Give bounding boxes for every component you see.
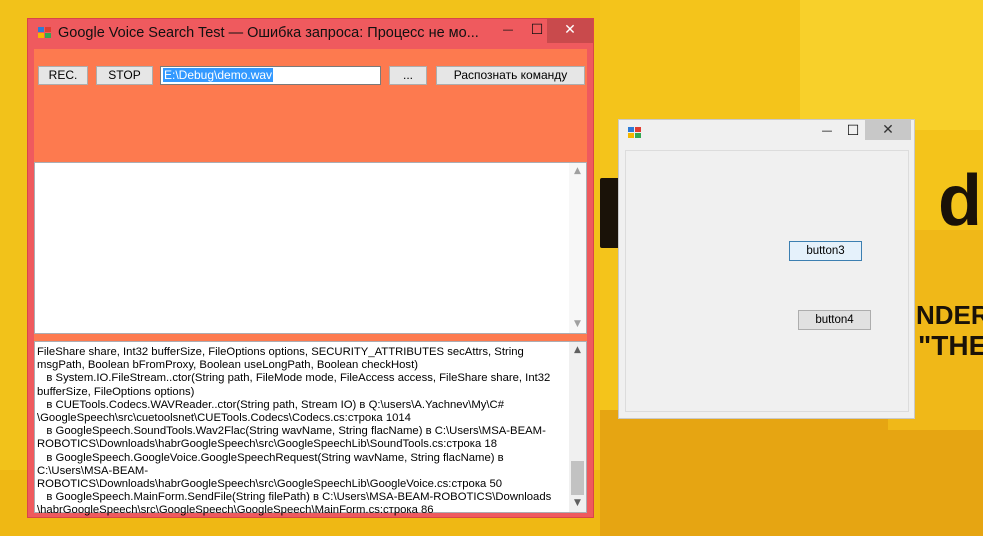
log-textbox[interactable]: FileShare share, Int32 bufferSize, FileO… (34, 341, 587, 516)
secondary-titlebar[interactable]: — ☐ ✕ (619, 120, 914, 146)
minimize-icon[interactable]: — (493, 19, 523, 43)
maximize-icon[interactable]: ☐ (838, 120, 868, 144)
main-client-area: REC. STOP E:\Debug\demo.wav ... Распозна… (34, 49, 587, 516)
wallpaper-text-the: "THE (918, 330, 983, 361)
browse-button[interactable]: ... (389, 66, 427, 85)
stop-button[interactable]: STOP (96, 66, 153, 85)
secondary-client-area: button3 button4 (625, 150, 909, 412)
app-icon (38, 27, 52, 39)
wallpaper-text-nder: NDER (916, 300, 983, 330)
main-window-title: Google Voice Search Test — Ошибка запрос… (58, 25, 479, 41)
rec-button[interactable]: REC. (38, 66, 88, 85)
log-text: FileShare share, Int32 bufferSize, FileO… (37, 346, 552, 517)
output-textbox[interactable]: ▲ ▼ (34, 162, 587, 334)
close-icon[interactable]: ✕ (865, 120, 911, 140)
app-icon (628, 127, 642, 139)
close-icon[interactable]: ✕ (547, 19, 593, 43)
button4[interactable]: button4 (798, 310, 871, 330)
scroll-down-arrow-icon[interactable]: ▼ (569, 316, 586, 333)
file-path-value: E:\Debug\demo.wav (163, 68, 274, 82)
scroll-down-arrow-icon[interactable]: ▼ (569, 495, 586, 512)
output-scrollbar[interactable]: ▲ ▼ (569, 163, 586, 333)
button3[interactable]: button3 (789, 241, 862, 261)
scroll-up-arrow-icon[interactable]: ▲ (569, 342, 586, 359)
wallpaper-text-d: d (938, 161, 982, 241)
log-scrollbar[interactable]: ▲ ▼ (569, 342, 586, 512)
main-window: Google Voice Search Test — Ошибка запрос… (27, 18, 594, 518)
log-scroll-thumb[interactable] (571, 461, 584, 495)
secondary-window: — ☐ ✕ button3 button4 (618, 119, 915, 419)
scroll-up-arrow-icon[interactable]: ▲ (569, 163, 586, 180)
main-titlebar[interactable]: Google Voice Search Test — Ошибка запрос… (28, 19, 593, 49)
recognize-command-button[interactable]: Распознать команду (436, 66, 585, 85)
file-path-input[interactable]: E:\Debug\demo.wav (160, 66, 381, 85)
